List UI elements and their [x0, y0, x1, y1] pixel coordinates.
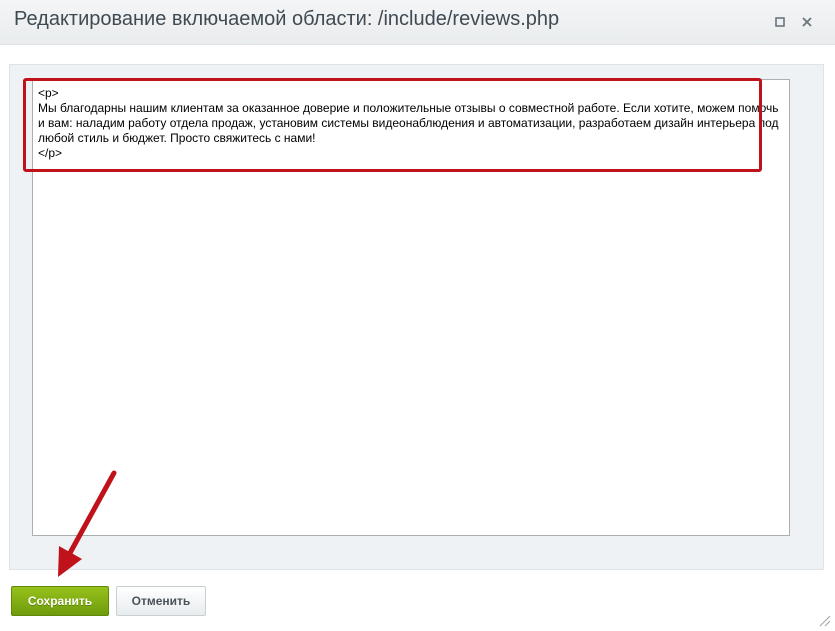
- dialog-title: Редактирование включаемой области: /incl…: [14, 8, 560, 30]
- resize-grip-icon[interactable]: [817, 613, 831, 627]
- close-icon: [802, 17, 812, 27]
- maximize-button[interactable]: [770, 12, 790, 32]
- dialog-titlebar: Редактирование включаемой области: /incl…: [0, 0, 835, 45]
- code-editor-textarea[interactable]: <p> Мы благодарны нашим клиентам за оказ…: [32, 79, 790, 536]
- close-button[interactable]: [797, 12, 817, 32]
- save-button[interactable]: Сохранить: [11, 586, 109, 616]
- cancel-button[interactable]: Отменить: [116, 586, 206, 616]
- maximize-icon: [775, 17, 785, 27]
